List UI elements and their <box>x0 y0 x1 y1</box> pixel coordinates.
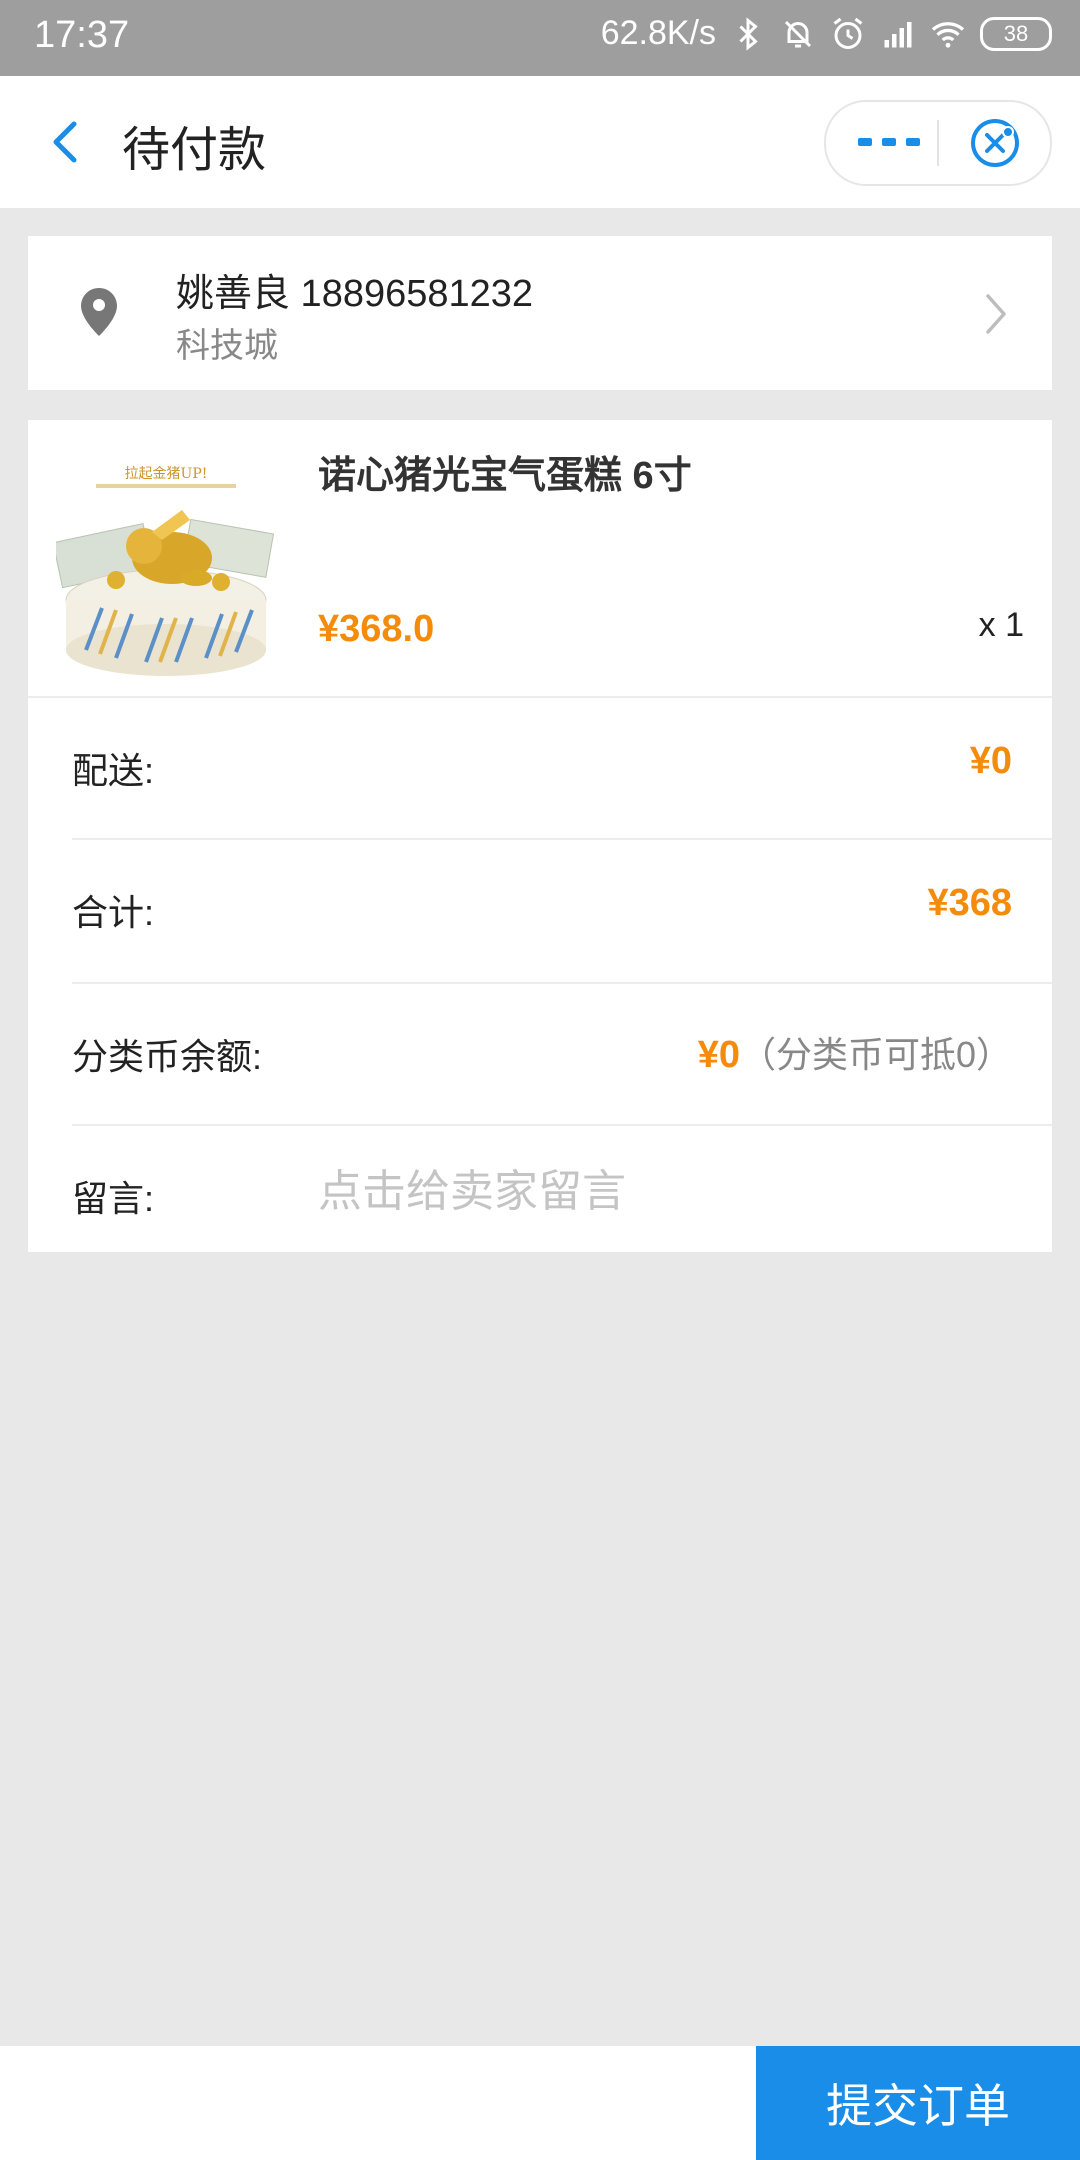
row-divider <box>28 696 1052 698</box>
more-dots-icon[interactable] <box>856 120 922 166</box>
message-row: 留言: <box>28 1124 1052 1252</box>
capsule-divider <box>937 120 939 166</box>
battery-icon: 38 <box>980 16 1052 51</box>
row-divider <box>72 982 1052 984</box>
total-label: 合计: <box>72 892 155 933</box>
status-icons: 62.8K/s 38 <box>601 14 1052 53</box>
message-input[interactable] <box>318 1162 998 1222</box>
total-value: ¥368 <box>927 882 1012 924</box>
order-card: 拉起金猪UP! 诺心猪光宝气蛋糕 6寸 ¥368.0 x 1 配送: ¥0 合计… <box>28 420 1052 1252</box>
product-price: ¥368.0 <box>318 608 435 650</box>
chevron-left-icon[interactable] <box>36 112 96 172</box>
coin-deduct-note: （分类币可抵0） <box>739 1034 1012 1075</box>
row-divider <box>72 1124 1052 1126</box>
chevron-right-icon <box>986 294 1006 334</box>
coin-balance-row: 分类币余额: ¥0 （分类币可抵0） <box>28 982 1052 1124</box>
bottom-bar: 提交订单 <box>0 2046 1080 2160</box>
bell-muted-icon <box>784 20 812 47</box>
delivery-label: 配送: <box>72 750 155 791</box>
alarm-icon <box>833 17 863 49</box>
product-quantity: x 1 <box>978 606 1024 644</box>
wifi-icon <box>931 21 965 48</box>
recipient-area: 科技城 <box>176 327 278 365</box>
coin-balance-value: ¥0 <box>697 1034 740 1076</box>
signal-icon <box>884 21 912 47</box>
coin-balance-info: ¥0 （分类币可抵0） <box>698 1026 1012 1078</box>
delivery-row: 配送: ¥0 <box>28 696 1052 838</box>
product-image[interactable]: 拉起金猪UP! <box>56 450 276 678</box>
row-divider <box>72 838 1052 840</box>
network-speed: 62.8K/s <box>600 14 716 52</box>
page-title: 待付款 <box>122 124 267 177</box>
battery-level: 38 <box>1003 20 1029 46</box>
coin-balance-label: 分类币余额: <box>72 1036 263 1077</box>
recipient-name-phone: 姚善良 18896581232 <box>176 273 534 315</box>
nav-header: 待付款 <box>0 76 1080 208</box>
product-name[interactable]: 诺心猪光宝气蛋糕 6寸 <box>318 444 692 499</box>
submit-order-button[interactable]: 提交订单 <box>756 2046 1080 2160</box>
miniprogram-close-icon[interactable] <box>968 116 1022 170</box>
address-card[interactable]: 姚善良 18896581232 科技城 <box>28 236 1052 390</box>
message-label: 留言: <box>72 1178 155 1219</box>
bluetooth-icon <box>739 16 758 51</box>
total-row: 合计: ¥368 <box>28 838 1052 980</box>
status-time: 17:37 <box>34 14 130 56</box>
miniprogram-capsule <box>824 100 1052 186</box>
status-bar: 17:37 62.8K/s 38 <box>0 0 1080 76</box>
location-pin-icon <box>81 288 117 336</box>
delivery-value: ¥0 <box>969 740 1012 782</box>
product-image-caption: 拉起金猪UP! <box>125 466 208 482</box>
